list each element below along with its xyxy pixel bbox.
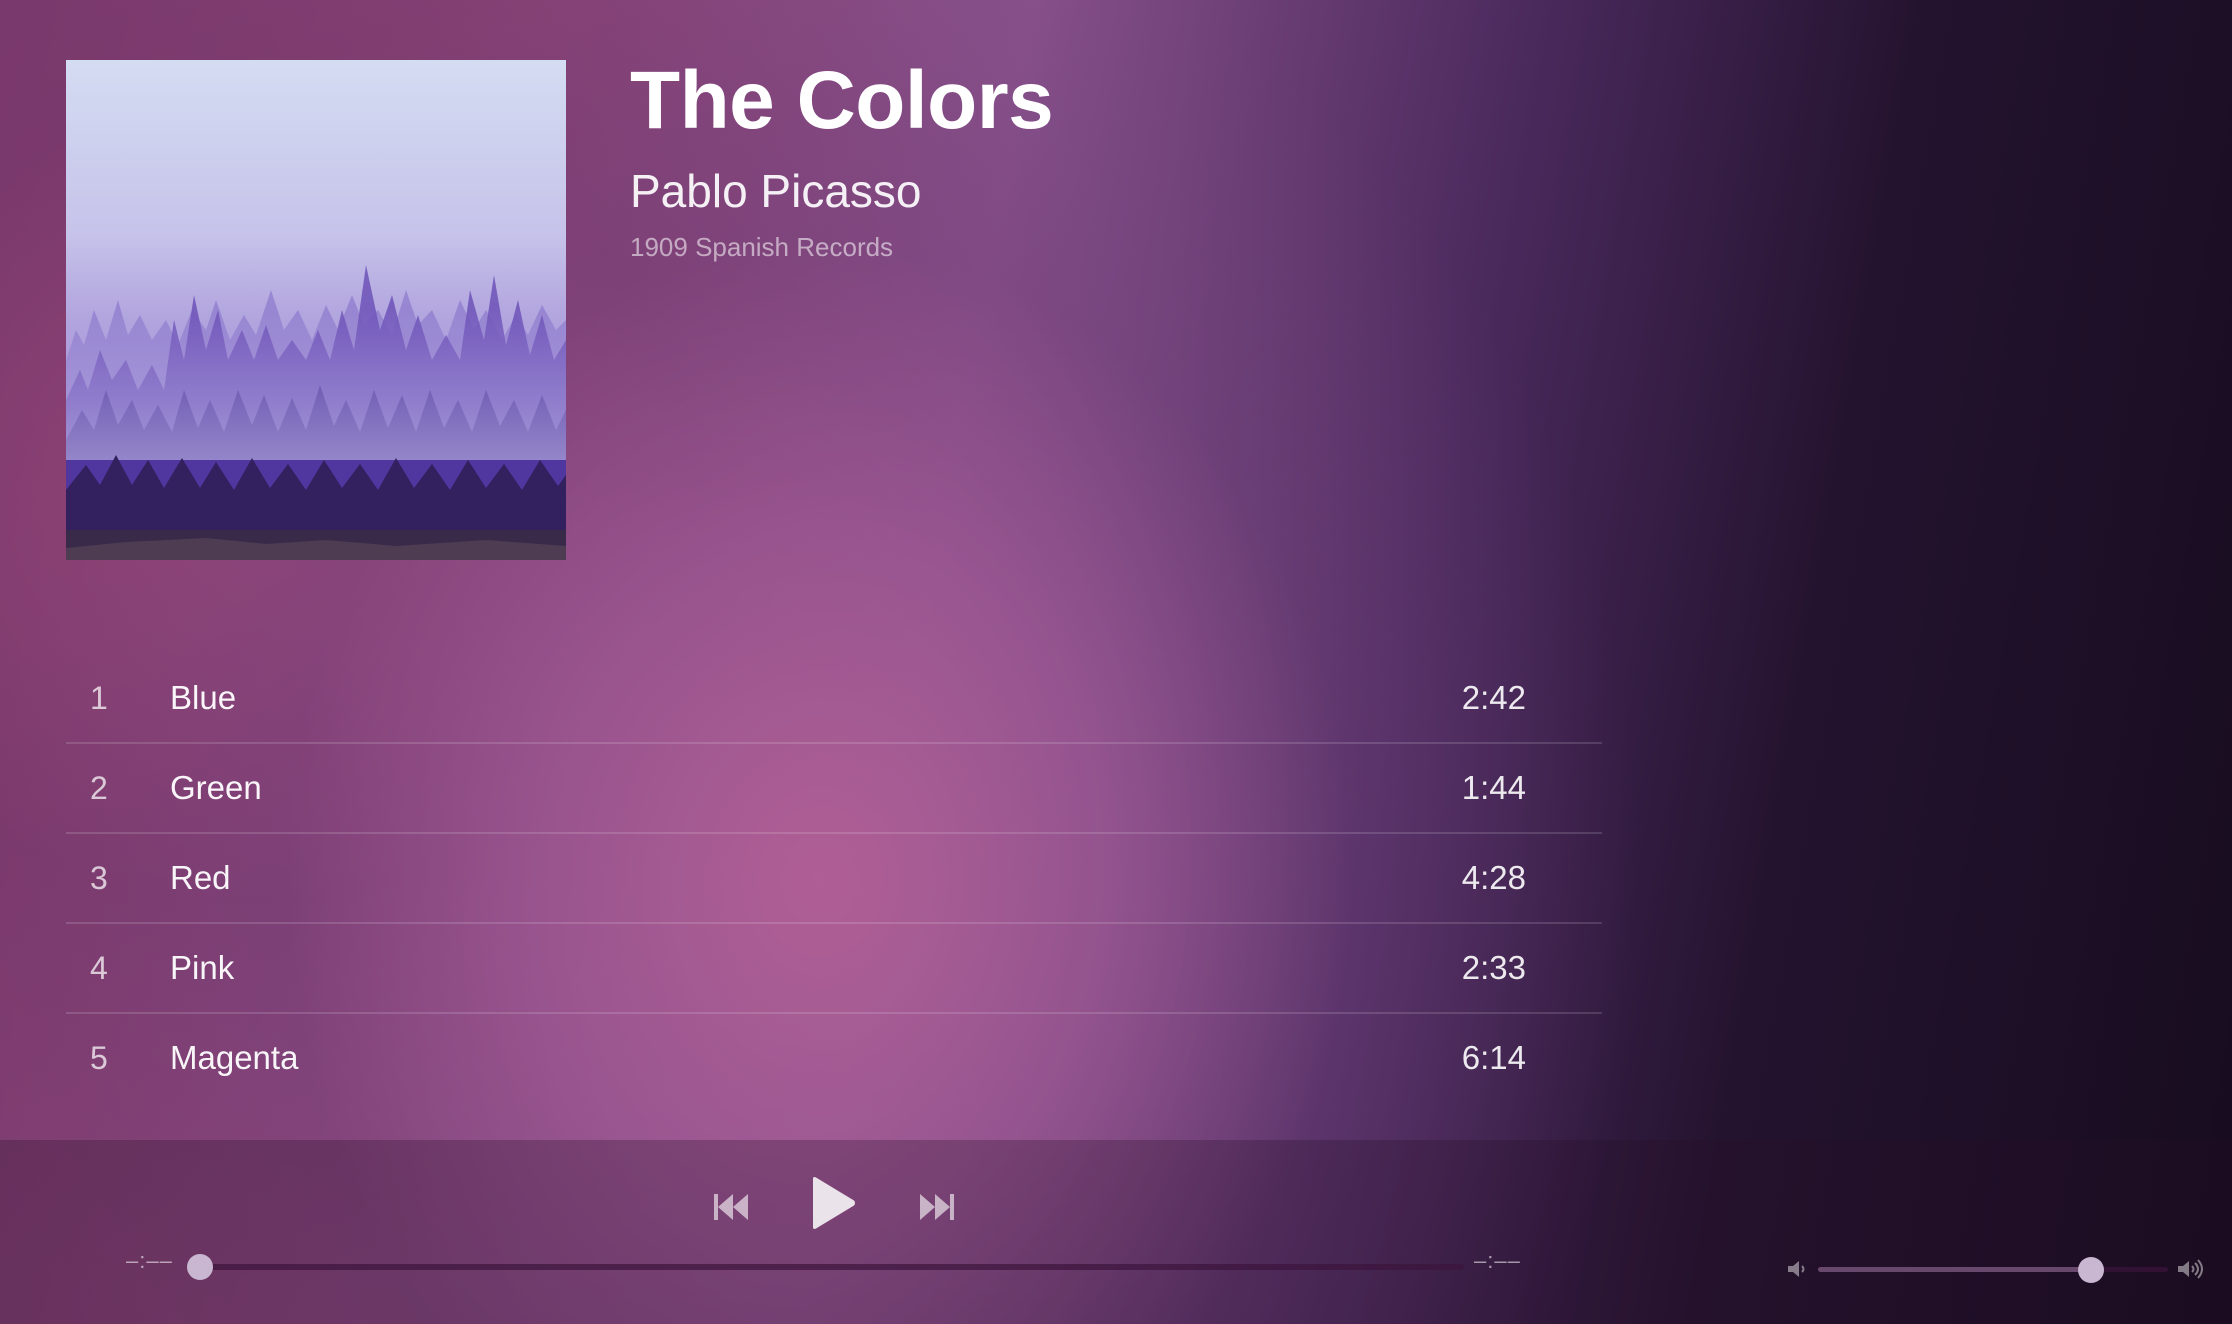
track-row[interactable]: 1 Blue 2:42 [66, 654, 1602, 744]
album-art [66, 60, 566, 560]
track-title: Green [170, 769, 262, 806]
track-duration: 2:33 [1461, 949, 1526, 986]
track-duration: 4:28 [1461, 859, 1526, 896]
track-row[interactable]: 3 Red 4:28 [66, 834, 1602, 924]
track-duration: 1:44 [1461, 769, 1526, 806]
volume-low-icon [1786, 1258, 1808, 1280]
track-title: Red [170, 859, 231, 896]
time-elapsed: –:–– [126, 1248, 173, 1273]
track-duration: 6:14 [1461, 1039, 1526, 1076]
track-duration: 2:42 [1461, 679, 1526, 716]
track-title: Pink [170, 949, 235, 986]
track-number: 5 [90, 1039, 108, 1076]
track-number: 4 [90, 949, 108, 986]
track-row[interactable]: 5 Magenta 6:14 [66, 1014, 1602, 1102]
volume-slider[interactable] [1818, 1256, 2168, 1283]
progress-handle[interactable] [187, 1254, 213, 1280]
previous-button[interactable] [714, 1192, 748, 1222]
track-list: 1 Blue 2:42 2 Green 1:44 3 Red 4:28 4 Pi… [66, 654, 1602, 1102]
track-number: 2 [90, 769, 108, 806]
misty-forest-image [66, 60, 566, 560]
track-title: Blue [170, 679, 237, 716]
track-number: 3 [90, 859, 108, 896]
play-button[interactable] [810, 1176, 856, 1230]
album-meta: 1909 Spanish Records [630, 232, 894, 262]
skip-next-icon [920, 1194, 954, 1220]
track-row[interactable]: 4 Pink 2:33 [66, 924, 1602, 1014]
time-remaining: –:–– [1474, 1248, 1521, 1273]
track-number: 1 [90, 679, 108, 716]
track-row[interactable]: 2 Green 1:44 [66, 744, 1602, 834]
album-title: The Colors [630, 55, 1054, 146]
track-title: Magenta [170, 1039, 299, 1076]
play-icon [813, 1177, 855, 1229]
next-button[interactable] [920, 1192, 954, 1222]
progress-slider[interactable] [187, 1254, 1464, 1280]
volume-fill [1818, 1267, 2091, 1272]
player-bar: –:–– –:–– [0, 1140, 2232, 1324]
skip-previous-icon [714, 1194, 748, 1220]
album-artist[interactable]: Pablo Picasso [630, 164, 922, 219]
volume-high-icon [2176, 1258, 2206, 1280]
volume-handle[interactable] [2078, 1256, 2104, 1283]
